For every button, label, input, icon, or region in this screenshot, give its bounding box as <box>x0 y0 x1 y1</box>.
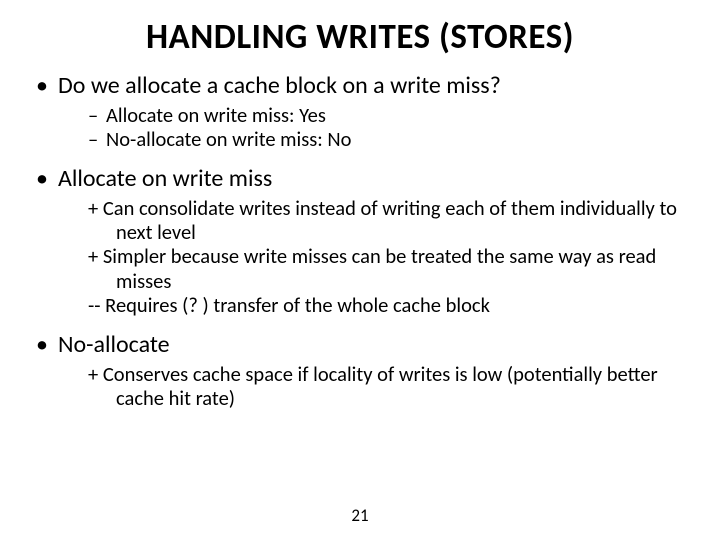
bullet-1-sublist: Allocate on write miss: Yes No-allocate … <box>58 103 690 151</box>
bullet-1-text: Do we allocate a cache block on a write … <box>58 71 501 100</box>
bullet-1-sub-2: No-allocate on write miss: No <box>88 127 690 151</box>
page-number: 21 <box>0 505 720 526</box>
bullet-2: Allocate on write miss + Can consolidate… <box>36 165 690 317</box>
bullet-1-sub-1: Allocate on write miss: Yes <box>88 103 690 127</box>
bullet-2-sublist: + Can consolidate writes instead of writ… <box>58 196 690 317</box>
bullet-2-text: Allocate on write miss <box>58 164 272 193</box>
bullet-3: No-allocate + Conserves cache space if l… <box>36 331 690 410</box>
bullet-3-sub-1: + Conserves cache space if locality of w… <box>88 362 690 410</box>
bullet-list: Do we allocate a cache block on a write … <box>30 72 690 410</box>
bullet-2-sub-1: + Can consolidate writes instead of writ… <box>88 196 690 244</box>
slide: HANDLING WRITES (STORES) Do we allocate … <box>0 0 720 540</box>
slide-title: HANDLING WRITES (STORES) <box>30 16 690 58</box>
bullet-1: Do we allocate a cache block on a write … <box>36 72 690 151</box>
bullet-3-text: No-allocate <box>58 330 170 359</box>
bullet-2-sub-3: -- Requires (? ) transfer of the whole c… <box>88 293 690 317</box>
bullet-2-sub-2: + Simpler because write misses can be tr… <box>88 244 690 292</box>
bullet-3-sublist: + Conserves cache space if locality of w… <box>58 362 690 410</box>
